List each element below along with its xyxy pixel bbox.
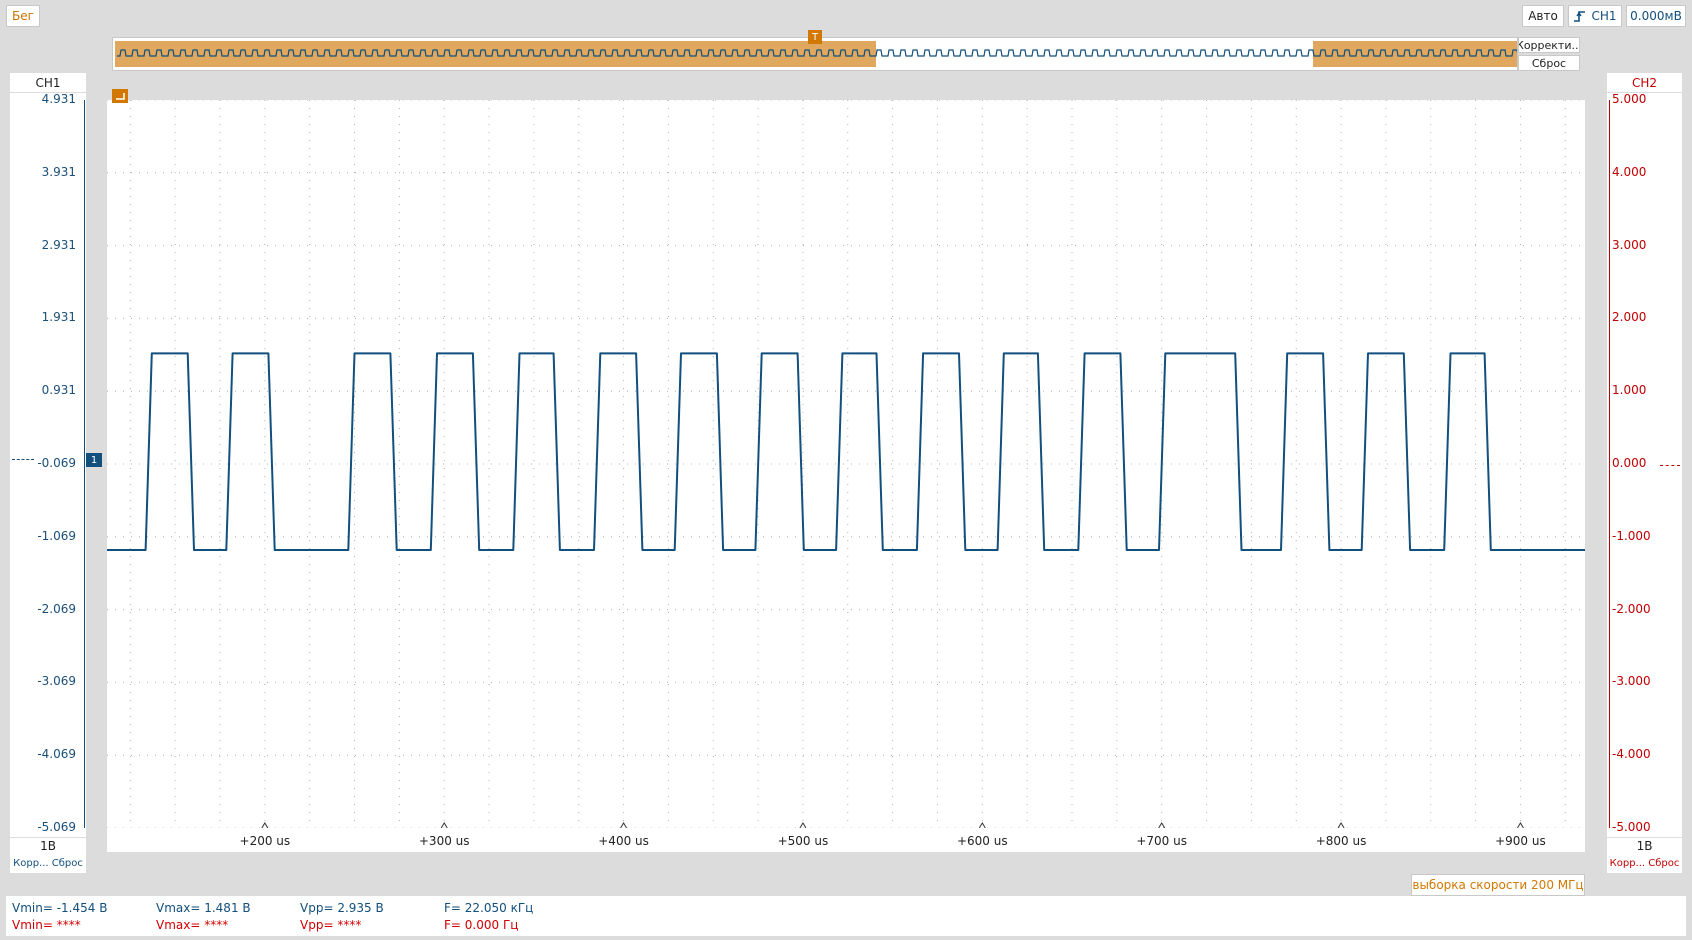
ch1-footer-buttons[interactable]: Корр... Сброс [10, 855, 86, 871]
ch2-title[interactable]: CH2 [1607, 73, 1682, 93]
ch2-tick-label: -1.000 [1612, 528, 1651, 543]
ch1-tick-label: 2.931 [41, 237, 76, 252]
ch1-offset-marker[interactable]: 1 [86, 453, 102, 467]
overview-correct-button[interactable]: Корректи... [1518, 37, 1580, 53]
ch2-scale[interactable]: 1В [1607, 837, 1682, 853]
ch2-vpp: Vpp= **** [300, 918, 362, 932]
ch1-axis-line [84, 100, 85, 828]
x-tick-label: +600 us [956, 834, 1008, 848]
ch2-tick-label: 3.000 [1612, 237, 1647, 252]
auto-mode-button[interactable]: Авто [1522, 5, 1564, 27]
run-status-button[interactable]: Бег [6, 5, 40, 27]
plot-area[interactable] [107, 100, 1585, 828]
ch1-vmax: Vmax= 1.481 В [156, 901, 251, 915]
ch1-tick-label: -3.069 [37, 674, 76, 689]
ch2-vmax: Vmax= **** [156, 918, 229, 932]
x-tick-label: +900 us [1495, 834, 1546, 848]
ch2-tick-label: 1.000 [1612, 383, 1647, 398]
ch1-tick-label: 4.931 [41, 92, 76, 106]
trigger-channel-button[interactable]: CH1 [1568, 5, 1622, 27]
ch1-tick-label: -1.069 [37, 528, 76, 543]
ch1-tick-label: 1.931 [41, 310, 76, 325]
ch2-tick-label: -3.000 [1612, 674, 1651, 689]
ch2-tick-label: 5.000 [1612, 92, 1647, 106]
ch1-freq: F= 22.050 кГц [444, 901, 534, 915]
ch2-tick-label: -5.000 [1612, 820, 1651, 834]
ch2-footer-buttons[interactable]: Корр... Сброс [1607, 855, 1682, 871]
ch2-vmin: Vmin= **** [12, 918, 81, 932]
ch2-freq: F= 0.000 Гц [444, 918, 519, 932]
ch1-vmin: Vmin= -1.454 В [12, 901, 108, 915]
ch1-waveform [107, 352, 1585, 551]
x-tick-label: +700 us [1136, 834, 1187, 848]
trigger-level-readout[interactable]: 0.000мВ [1626, 5, 1686, 27]
trigger-edge-icon [1573, 9, 1587, 23]
ch1-tick-label: 3.931 [41, 164, 76, 179]
ch2-offset-dash [1660, 465, 1680, 466]
overview-reset-button[interactable]: Сброс [1518, 55, 1580, 71]
x-tick-label: +800 us [1315, 834, 1367, 848]
ch2-axis-line [1609, 100, 1610, 828]
ch2-tick-label: -2.000 [1612, 601, 1651, 616]
ch1-title[interactable]: CH1 [10, 73, 86, 93]
ch1-tick-label: 0.931 [41, 383, 76, 398]
measurements-panel [6, 896, 1686, 936]
ch1-scale[interactable]: 1В [10, 837, 86, 853]
ch2-tick-label: 4.000 [1612, 164, 1647, 179]
ch1-tick-label: -4.069 [37, 747, 76, 762]
trigger-channel-label: CH1 [1591, 9, 1617, 23]
h-offset-marker[interactable] [112, 89, 128, 103]
x-tick-label: +300 us [418, 834, 470, 848]
ch1-tick-label: -5.069 [37, 820, 76, 834]
x-tick-label: +200 us [239, 834, 291, 848]
ch2-tick-label: 0.000 [1612, 456, 1647, 470]
overview-waveform-line [117, 49, 1517, 57]
x-tick-label: +500 us [777, 834, 829, 848]
ch2-tick-label: -4.000 [1612, 747, 1651, 762]
ch1-tick-label: -2.069 [37, 601, 76, 616]
x-tick-label: +400 us [598, 834, 649, 848]
ch2-tick-label: 2.000 [1612, 310, 1647, 325]
sample-rate-label: выборка скорости 200 МГц [1411, 874, 1585, 896]
ch1-vpp: Vpp= 2.935 В [300, 901, 384, 915]
overview-trigger-marker[interactable]: T [808, 30, 822, 44]
ch1-offset-dash [12, 459, 34, 460]
